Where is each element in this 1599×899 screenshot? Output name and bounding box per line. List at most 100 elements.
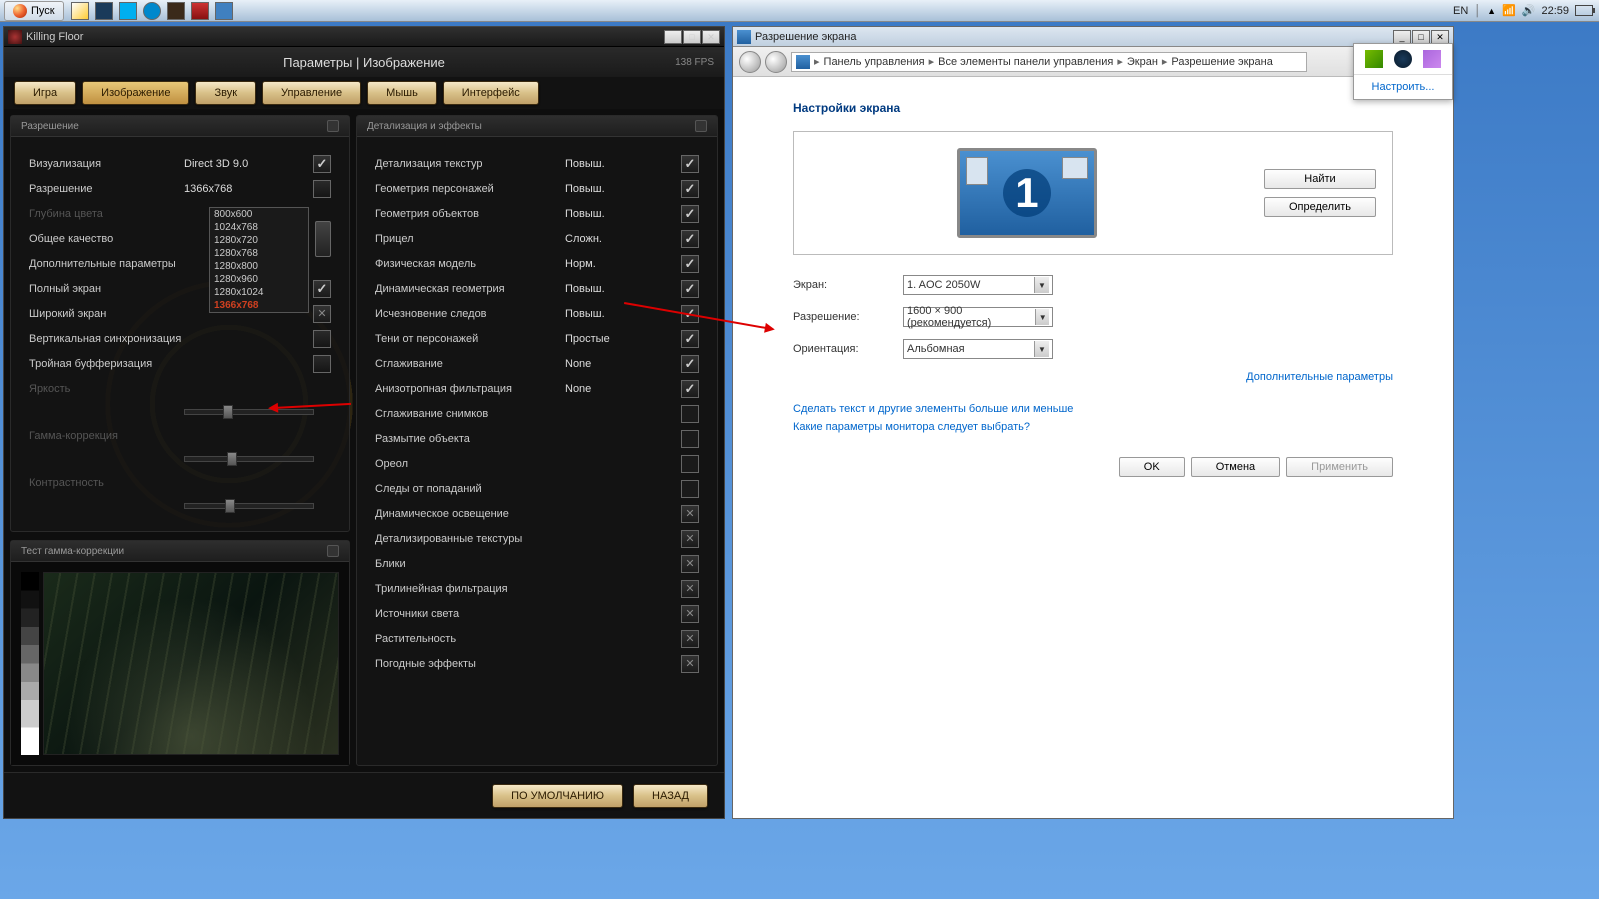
crumb-1[interactable]: Панель управления bbox=[824, 56, 925, 68]
detect-button[interactable]: Определить bbox=[1264, 197, 1376, 217]
sel-aniso[interactable] bbox=[681, 380, 699, 398]
tab-control[interactable]: Управление bbox=[262, 81, 361, 105]
sel-dyn-geom[interactable] bbox=[681, 280, 699, 298]
label-char-geom: Геометрия персонажей bbox=[375, 183, 565, 195]
dropdown-resolution[interactable] bbox=[313, 180, 331, 198]
res-option[interactable]: 1280x960 bbox=[210, 273, 308, 286]
nav-back-button[interactable] bbox=[739, 51, 761, 73]
back-button[interactable]: НАЗАД bbox=[633, 784, 708, 808]
chk-weather[interactable] bbox=[681, 655, 699, 673]
titlebar-cp[interactable]: Разрешение экрана _ □ ✕ bbox=[733, 27, 1453, 47]
tab-mouse[interactable]: Мышь bbox=[367, 81, 437, 105]
res-option[interactable]: 1280x1024 bbox=[210, 286, 308, 299]
nvidia-icon[interactable] bbox=[1365, 50, 1383, 68]
network-icon[interactable]: 📶 bbox=[1502, 4, 1516, 17]
panel-header-gamma[interactable]: Тест гамма-коррекции bbox=[11, 541, 349, 562]
tab-game[interactable]: Игра bbox=[14, 81, 76, 105]
res-option-selected[interactable]: 1366x768 bbox=[210, 299, 308, 312]
res-option[interactable]: 1280x720 bbox=[210, 234, 308, 247]
ok-button[interactable]: OK bbox=[1119, 457, 1185, 477]
minimize-button[interactable]: _ bbox=[664, 30, 682, 44]
configure-link[interactable]: Настроить... bbox=[1354, 75, 1452, 99]
advanced-link[interactable]: Дополнительные параметры bbox=[1246, 371, 1393, 383]
sel-physics[interactable] bbox=[681, 255, 699, 273]
taskbar-app-5[interactable] bbox=[167, 2, 185, 20]
clock[interactable]: 22:59 bbox=[1541, 5, 1569, 17]
taskbar-app-telegram[interactable] bbox=[143, 2, 161, 20]
link-monitor-help[interactable]: Какие параметры монитора следует выбрать… bbox=[793, 421, 1393, 433]
chk-dyn-light[interactable] bbox=[681, 505, 699, 523]
select-resolution[interactable]: 1600 × 900 (рекомендуется)▼ bbox=[903, 307, 1053, 327]
resolution-dropdown-list[interactable]: 800x600 1024x768 1280x720 1280x768 1280x… bbox=[209, 207, 309, 313]
crumb-2[interactable]: Все элементы панели управления bbox=[938, 56, 1113, 68]
maximize-button[interactable]: □ bbox=[683, 30, 701, 44]
res-option[interactable]: 1280x800 bbox=[210, 260, 308, 273]
dropdown-rendering[interactable] bbox=[313, 155, 331, 173]
language-indicator[interactable]: EN bbox=[1453, 5, 1468, 17]
sel-tex-detail[interactable] bbox=[681, 155, 699, 173]
sel-char-geom[interactable] bbox=[681, 180, 699, 198]
taskbar-app-skype[interactable] bbox=[119, 2, 137, 20]
start-button[interactable]: Пуск bbox=[4, 1, 64, 21]
chk-blur[interactable] bbox=[681, 430, 699, 448]
taskbar-app-7[interactable] bbox=[215, 2, 233, 20]
crumb-4[interactable]: Разрешение экрана bbox=[1171, 56, 1272, 68]
game-header: Параметры | Изображение 138 FPS bbox=[4, 47, 724, 77]
scroll-quality[interactable] bbox=[315, 221, 331, 257]
chk-light-src[interactable] bbox=[681, 605, 699, 623]
chk-det-tex[interactable] bbox=[681, 530, 699, 548]
slider-brightness[interactable] bbox=[184, 409, 314, 415]
checkbox-triple[interactable] bbox=[313, 355, 331, 373]
chk-trilinear[interactable] bbox=[681, 580, 699, 598]
checkbox-vsync[interactable] bbox=[313, 330, 331, 348]
taskbar-app-photoshop[interactable] bbox=[95, 2, 113, 20]
select-orientation[interactable]: Альбомная▼ bbox=[903, 339, 1053, 359]
chk-hitmarks[interactable] bbox=[681, 480, 699, 498]
select-screen[interactable]: 1. AOC 2050W▼ bbox=[903, 275, 1053, 295]
sel-aa[interactable] bbox=[681, 355, 699, 373]
sel-shadows[interactable] bbox=[681, 330, 699, 348]
res-option[interactable]: 800x600 bbox=[210, 208, 308, 221]
nav-forward-button[interactable] bbox=[765, 51, 787, 73]
checkbox-widescreen[interactable] bbox=[313, 305, 331, 323]
volume-icon[interactable]: 🔊 bbox=[1522, 4, 1536, 17]
panel-header-resolution[interactable]: Разрешение bbox=[11, 116, 349, 137]
find-button[interactable]: Найти bbox=[1264, 169, 1376, 189]
monitor-preview[interactable]: 1 bbox=[957, 148, 1097, 238]
chk-glare[interactable] bbox=[681, 555, 699, 573]
breadcrumb[interactable]: ▸ Панель управления▸ Все элементы панели… bbox=[791, 52, 1307, 72]
default-button[interactable]: ПО УМОЛЧАНИЮ bbox=[492, 784, 623, 808]
battery-icon[interactable] bbox=[1575, 5, 1593, 16]
tab-image[interactable]: Изображение bbox=[82, 81, 189, 105]
panel-header-detail[interactable]: Детализация и эффекты bbox=[357, 116, 717, 137]
sel-obj-geom[interactable] bbox=[681, 205, 699, 223]
res-option[interactable]: 1024x768 bbox=[210, 221, 308, 234]
tablet-icon[interactable] bbox=[1423, 50, 1441, 68]
slider-contrast[interactable] bbox=[184, 503, 314, 509]
titlebar-game[interactable]: Killing Floor _ □ ✕ bbox=[4, 27, 724, 47]
steam-icon[interactable] bbox=[1394, 50, 1412, 68]
slider-gamma[interactable] bbox=[184, 456, 314, 462]
start-label: Пуск bbox=[31, 5, 55, 17]
taskbar-app-6[interactable] bbox=[191, 2, 209, 20]
panel-resolution: Разрешение ВизуализацияDirect 3D 9.0 Раз… bbox=[10, 115, 350, 532]
tab-sound[interactable]: Звук bbox=[195, 81, 256, 105]
tab-interface[interactable]: Интерфейс bbox=[443, 81, 539, 105]
close-button[interactable]: ✕ bbox=[702, 30, 720, 44]
cp-close-button[interactable]: ✕ bbox=[1431, 30, 1449, 44]
chk-screenshot-aa[interactable] bbox=[681, 405, 699, 423]
link-text-size[interactable]: Сделать текст и другие элементы больше и… bbox=[793, 403, 1393, 415]
sel-crosshair[interactable] bbox=[681, 230, 699, 248]
crumb-3[interactable]: Экран bbox=[1127, 56, 1158, 68]
taskbar-app-yandex[interactable] bbox=[71, 2, 89, 20]
chk-foliage[interactable] bbox=[681, 630, 699, 648]
cp-minimize-button[interactable]: _ bbox=[1393, 30, 1411, 44]
apply-button[interactable]: Применить bbox=[1286, 457, 1393, 477]
res-option[interactable]: 1280x768 bbox=[210, 247, 308, 260]
chk-halo[interactable] bbox=[681, 455, 699, 473]
tray-expand-icon[interactable]: ▲ bbox=[1487, 6, 1496, 16]
cp-maximize-button[interactable]: □ bbox=[1412, 30, 1430, 44]
checkbox-fullscreen[interactable] bbox=[313, 280, 331, 298]
cancel-button[interactable]: Отмена bbox=[1191, 457, 1280, 477]
label-halo: Ореол bbox=[375, 458, 635, 470]
